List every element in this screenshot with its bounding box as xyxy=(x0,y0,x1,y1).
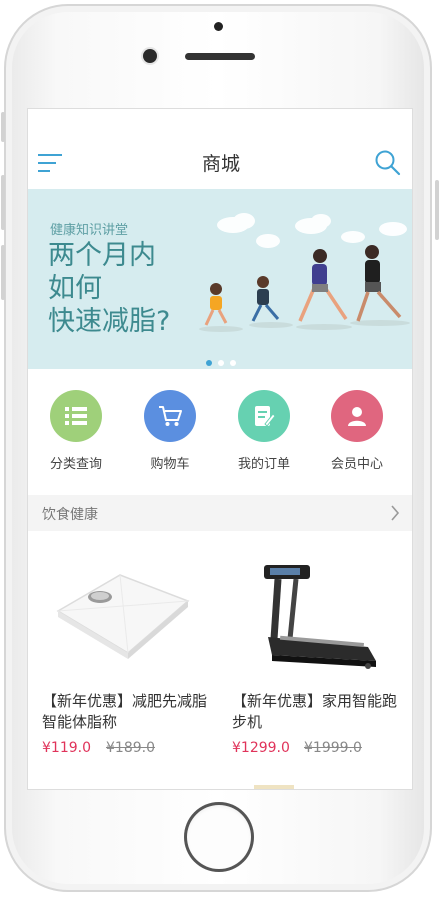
banner-illustration xyxy=(199,213,410,332)
promo-banner[interactable]: 健康知识讲堂 两个月内 如何 快速减脂? xyxy=(28,189,412,369)
front-camera xyxy=(143,49,157,63)
product-card[interactable]: 【新年优惠】减肥先减脂智能体脂称 ¥119.0 ¥189.0 xyxy=(28,539,213,759)
shortcut-grid: 分类查询 购物车 我的订单 会员中心 xyxy=(28,384,412,484)
cart-icon xyxy=(144,390,196,442)
shortcut-member[interactable]: 会员中心 xyxy=(312,390,402,472)
product-original-price: ¥1999.0 xyxy=(304,740,362,756)
search-icon[interactable] xyxy=(374,149,402,177)
runner-woman xyxy=(298,249,348,322)
shortcut-label: 分类查询 xyxy=(49,457,102,472)
product-name: 【新年优惠】家用智能跑步机 xyxy=(232,692,398,731)
carousel-dots[interactable] xyxy=(28,351,412,369)
shortcut-label: 购物车 xyxy=(150,457,190,472)
section-header-diet[interactable]: 饮食健康 xyxy=(28,495,412,531)
home-button[interactable] xyxy=(184,802,254,872)
product-price: ¥119.0 xyxy=(42,740,91,756)
carousel-dot[interactable] xyxy=(218,360,224,366)
power-button xyxy=(435,180,439,240)
shortcut-category[interactable]: 分类查询 xyxy=(31,390,121,472)
section-title: 饮食健康 xyxy=(42,507,98,523)
proximity-sensor xyxy=(214,22,223,31)
product-original-price: ¥189.0 xyxy=(106,740,155,756)
volume-down-button xyxy=(1,245,5,300)
shortcut-orders[interactable]: 我的订单 xyxy=(219,390,309,472)
mute-switch xyxy=(1,112,5,142)
volume-up-button xyxy=(1,175,5,230)
shortcut-label: 我的订单 xyxy=(237,457,290,472)
list-icon xyxy=(50,390,102,442)
body-fat-scale-image xyxy=(56,574,190,659)
carousel-dot[interactable] xyxy=(230,360,236,366)
shortcut-cart[interactable]: 购物车 xyxy=(125,390,215,472)
next-product-image-peek xyxy=(254,785,294,789)
runner-girl-small xyxy=(204,283,228,326)
member-icon xyxy=(331,390,383,442)
treadmill-image xyxy=(264,565,376,669)
app-screen: 商城 健康知识讲堂 两个月内 如何 快速减脂? 分类查询 购物车 我的订单 会员… xyxy=(27,108,413,790)
product-card[interactable]: 【新年优惠】家用智能跑步机 ¥1299.0 ¥1999.0 xyxy=(218,539,403,759)
chevron-right-icon xyxy=(391,505,400,521)
earpiece-speaker xyxy=(185,53,255,60)
top-nav-bar: 商城 xyxy=(28,135,412,191)
product-name: 【新年优惠】减肥先减脂智能体脂称 xyxy=(42,692,208,731)
page-title: 商城 xyxy=(201,153,240,175)
shortcut-label: 会员中心 xyxy=(330,457,383,472)
runner-boy xyxy=(251,276,280,322)
runner-man xyxy=(356,245,402,322)
order-icon xyxy=(238,390,290,442)
product-price: ¥1299.0 xyxy=(232,740,290,756)
carousel-dot[interactable] xyxy=(206,360,212,366)
